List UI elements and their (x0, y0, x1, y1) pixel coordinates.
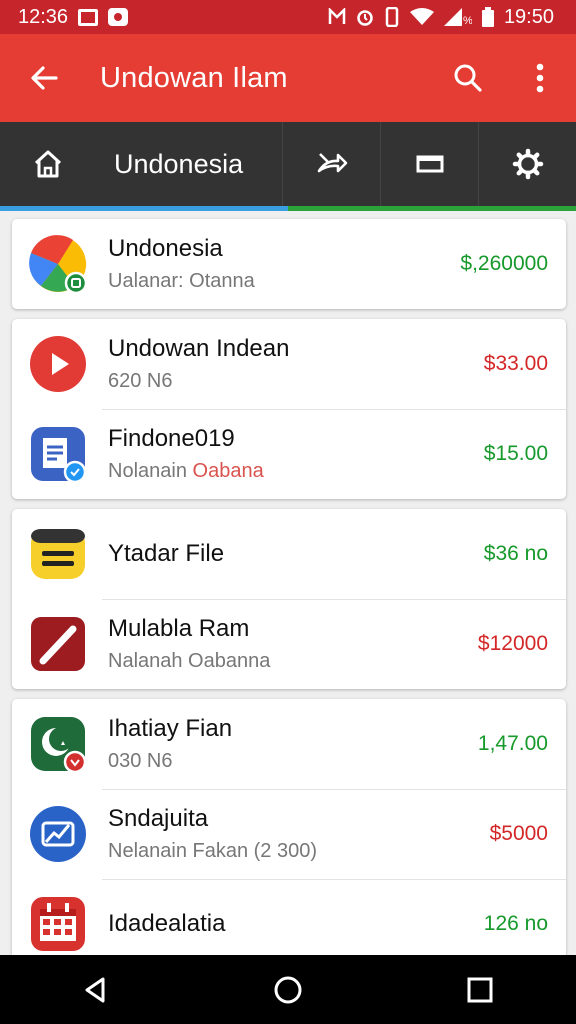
status-time-right: 19:50 (503, 5, 554, 28)
app-bar: Undowan Ilam (0, 34, 576, 122)
nav-back-button[interactable] (36, 955, 156, 1024)
item-subtitle: Ualanar: Otanna (108, 270, 426, 293)
svg-text:%: % (463, 15, 472, 26)
share-button[interactable] (282, 122, 380, 206)
search-button[interactable] (432, 34, 504, 122)
crescent-icon (12, 699, 104, 789)
item-text: Ihatiay Fian 030 N6 (104, 715, 426, 773)
share-icon (317, 153, 347, 173)
nfc-icon (328, 8, 346, 26)
item-text: Mulabla Ram Nalanah Oabanna (104, 615, 426, 673)
message-icon (78, 8, 99, 26)
list-item[interactable]: Ytadar File $36 no (12, 509, 566, 599)
list-item[interactable]: Ihatiay Fian 030 N6 1,47.00 (12, 699, 566, 789)
navigation-bar (0, 955, 576, 1024)
item-subtitle: 030 N6 (108, 750, 426, 773)
home-button[interactable] (0, 122, 96, 206)
signal-icon: % (443, 8, 472, 26)
item-title: Ytadar File (108, 540, 225, 567)
item-subtitle-text: Nelanain Fakan (2 300) (108, 840, 318, 862)
item-amount: $36 no (483, 542, 548, 565)
item-amount: $,260000 (460, 252, 548, 275)
window-icon (416, 155, 443, 173)
chart-icon (12, 789, 104, 879)
circle-home-icon (274, 976, 302, 1003)
document-icon (12, 409, 104, 499)
gear-icon (512, 148, 543, 180)
item-amount: 126 no (483, 912, 548, 935)
item-title: Idadealatia (108, 910, 226, 937)
list-item[interactable]: Undonesia Ualanar: Otanna $,260000 (12, 219, 566, 309)
item-title: Ihatiay Fian (108, 715, 233, 742)
alarm-icon (356, 8, 374, 26)
card: Undonesia Ualanar: Otanna $,260000 (12, 219, 566, 309)
item-amount: $15.00 (483, 442, 548, 465)
card: Undowan Indean 620 N6 $33.00 Findone019 Nola… (12, 319, 566, 499)
battery-icon (481, 7, 494, 27)
vibrate-icon (384, 7, 400, 27)
transaction-list: Undonesia Ualanar: Otanna $,260000 Undowan … (12, 219, 566, 979)
card: Ytadar File $36 no Mulabla Ram Nalanah Oaba… (12, 509, 566, 689)
window-button[interactable] (380, 122, 478, 206)
item-subtitle-text: 620 N6 (108, 370, 173, 392)
status-right: % 19:50 (328, 6, 554, 29)
item-text: Sndajuita Nelanain Fakan (2 300) (104, 805, 426, 863)
item-subtitle-accent: Oabana (192, 460, 264, 482)
status-time-left: 12:36 (18, 5, 69, 28)
nav-home-button[interactable] (228, 955, 348, 1024)
item-text: Findone019 Nolanain Oabana (104, 425, 426, 483)
status-bar: 12:36 % 19:50 (0, 0, 576, 34)
item-subtitle: Nalanah Oabanna (108, 650, 426, 673)
list-item[interactable]: Sndajuita Nelanain Fakan (2 300) $5000 (12, 789, 566, 879)
item-subtitle-text: Ualanar: Otanna (108, 270, 255, 292)
item-amount: $33.00 (483, 352, 548, 375)
list-item[interactable]: Mulabla Ram Nalanah Oabanna $12000 (12, 599, 566, 689)
pencil-icon (12, 599, 104, 689)
item-amount: $5000 (489, 822, 548, 845)
record-icon (108, 8, 129, 26)
item-amount: $12000 (477, 632, 548, 655)
triangle-back-icon (85, 977, 105, 1002)
settings-button[interactable] (478, 122, 576, 206)
item-amount: 1,47.00 (477, 732, 548, 755)
item-title: Sndajuita (108, 805, 209, 832)
item-title: Findone019 (108, 425, 235, 452)
wifi-icon (409, 8, 434, 26)
toolbar-title: Undonesia (114, 148, 244, 179)
more-button[interactable] (504, 34, 576, 122)
google-drive-icon (12, 219, 104, 309)
item-subtitle-text: Nolanain (108, 460, 187, 482)
list-item[interactable]: Findone019 Nolanain Oabana $15.00 (12, 409, 566, 499)
item-subtitle-text: 030 N6 (108, 750, 173, 772)
item-subtitle: Nelanain Fakan (2 300) (108, 840, 426, 863)
home-icon (34, 150, 62, 178)
item-subtitle: 620 N6 (108, 370, 426, 393)
secondary-toolbar: Undonesia (0, 122, 576, 206)
file-icon (12, 509, 104, 599)
item-subtitle: Nolanain Oabana (108, 460, 426, 483)
back-button[interactable] (0, 34, 88, 122)
status-left: 12:36 (18, 5, 129, 29)
item-title: Undonesia (108, 235, 223, 262)
item-text: Ytadar File (104, 540, 426, 568)
item-title: Mulabla Ram (108, 615, 250, 642)
youtube-play-icon (12, 319, 104, 409)
progress-bar-fill (0, 206, 288, 211)
item-text: Idadealatia (104, 910, 426, 938)
item-text: Undowan Indean 620 N6 (104, 335, 426, 393)
more-vert-icon (536, 63, 544, 93)
arrow-back-icon (31, 66, 58, 90)
card: Ihatiay Fian 030 N6 1,47.00 Sndajuita Nelana… (12, 699, 566, 969)
nav-recents-button[interactable] (420, 955, 540, 1024)
item-text: Undonesia Ualanar: Otanna (104, 235, 426, 293)
item-subtitle-text: Nalanah Oabanna (108, 650, 271, 672)
search-icon (454, 64, 482, 92)
square-recents-icon (467, 977, 493, 1002)
progress-bar (0, 206, 576, 211)
item-title: Undowan Indean (108, 335, 290, 362)
page-title: Undowan Ilam (100, 61, 288, 94)
list-item[interactable]: Undowan Indean 620 N6 $33.00 (12, 319, 566, 409)
